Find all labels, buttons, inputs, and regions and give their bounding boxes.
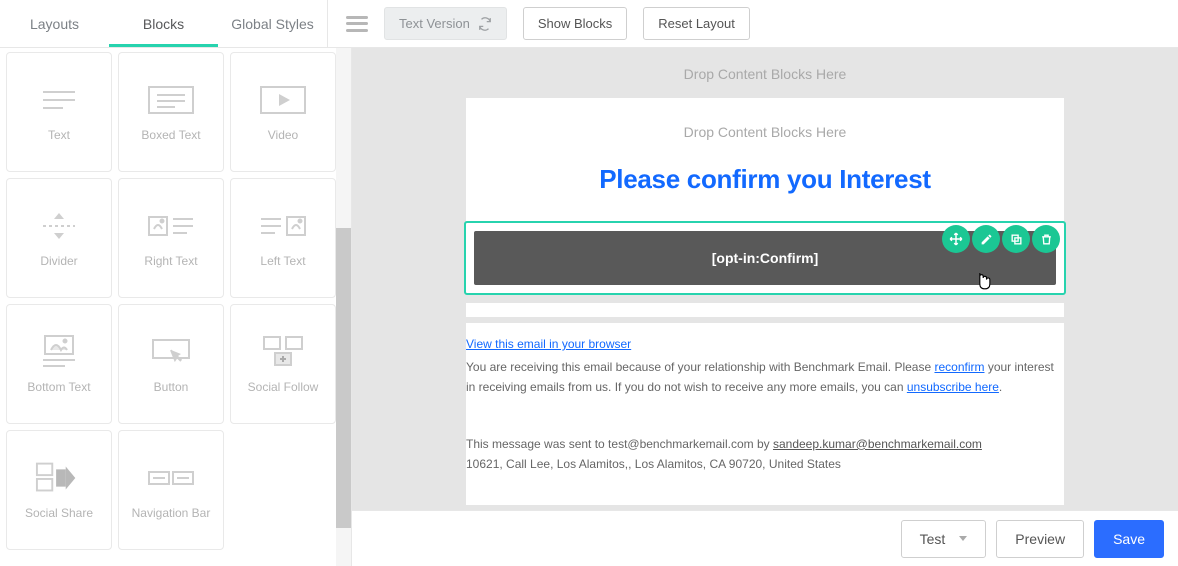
block-label: Text <box>48 128 70 142</box>
block-actions <box>942 225 1060 253</box>
topbar: Layouts Blocks Global Styles Text Versio… <box>0 0 1178 48</box>
block-label: Social Share <box>25 506 93 520</box>
trash-icon <box>1040 233 1053 246</box>
selected-button-block[interactable]: [opt-in:Confirm] <box>464 221 1066 295</box>
delete-button[interactable] <box>1032 225 1060 253</box>
footer-text: . <box>999 380 1002 394</box>
cursor-icon <box>974 271 994 295</box>
block-left-text[interactable]: Left Text <box>230 178 336 298</box>
block-label: Navigation Bar <box>132 506 211 520</box>
pencil-icon <box>980 233 993 246</box>
social-follow-icon <box>259 334 307 370</box>
block-social-share[interactable]: Social Share <box>6 430 112 550</box>
tabs: Layouts Blocks Global Styles <box>0 1 327 47</box>
block-boxed-text[interactable]: Boxed Text <box>118 52 224 172</box>
bottom-text-icon <box>35 334 83 370</box>
footer-line-1: You are receiving this email because of … <box>466 357 1064 398</box>
block-video[interactable]: Video <box>230 52 336 172</box>
block-grid: Text Boxed Text Video Divider <box>0 48 336 566</box>
email-card: Drop Content Blocks Here Please confirm … <box>466 98 1064 221</box>
block-divider[interactable]: Divider <box>6 178 112 298</box>
video-icon <box>259 82 307 118</box>
block-button[interactable]: Button <box>118 304 224 424</box>
block-label: Divider <box>40 254 77 268</box>
email-card-spacer <box>466 303 1064 317</box>
text-version-button[interactable]: Text Version <box>384 7 507 40</box>
footer-address: 10621, Call Lee, Los Alamitos,, Los Alam… <box>466 454 1064 474</box>
right-text-icon <box>147 208 195 244</box>
sender-link[interactable]: sandeep.kumar@benchmarkemail.com <box>773 437 982 451</box>
move-icon <box>949 232 963 246</box>
block-label: Right Text <box>144 254 197 268</box>
block-label: Boxed Text <box>141 128 200 142</box>
block-label: Social Follow <box>248 380 319 394</box>
navigation-bar-icon <box>147 460 195 496</box>
opt-in-button-label: [opt-in:Confirm] <box>712 250 819 266</box>
copy-button[interactable] <box>1002 225 1030 253</box>
left-text-icon <box>259 208 307 244</box>
footer-line-2: This message was sent to test@benchmarke… <box>466 434 1064 454</box>
bottombar: Test Preview Save <box>352 510 1178 566</box>
block-label: Video <box>268 128 298 142</box>
text-version-label: Text Version <box>399 16 470 31</box>
tab-layouts[interactable]: Layouts <box>0 1 109 47</box>
preview-button[interactable]: Preview <box>996 520 1084 558</box>
social-share-icon <box>35 460 83 496</box>
reconfirm-link[interactable]: reconfirm <box>934 360 984 374</box>
sidebar-scrollbar[interactable] <box>336 48 351 566</box>
show-blocks-button[interactable]: Show Blocks <box>523 7 627 40</box>
block-navigation-bar[interactable]: Navigation Bar <box>118 430 224 550</box>
chevron-down-icon <box>959 536 967 541</box>
reset-layout-button[interactable]: Reset Layout <box>643 7 750 40</box>
sidebar: Text Boxed Text Video Divider <box>0 48 352 566</box>
button-icon <box>147 334 195 370</box>
canvas: Drop Content Blocks Here Drop Content Bl… <box>352 48 1178 566</box>
edit-button[interactable] <box>972 225 1000 253</box>
text-icon <box>35 82 83 118</box>
email-headline[interactable]: Please confirm you Interest <box>466 146 1064 221</box>
view-in-browser-link[interactable]: View this email in your browser <box>466 337 631 351</box>
drop-hint-inner: Drop Content Blocks Here <box>466 98 1064 146</box>
block-social-follow[interactable]: Social Follow <box>230 304 336 424</box>
unsubscribe-link[interactable]: unsubscribe here <box>907 380 999 394</box>
block-label: Left Text <box>260 254 305 268</box>
refresh-icon <box>478 17 492 31</box>
footer-text: You are receiving this email because of … <box>466 360 934 374</box>
email-footer: View this email in your browser You are … <box>466 317 1064 505</box>
block-bottom-text[interactable]: Bottom Text <box>6 304 112 424</box>
main: Text Boxed Text Video Divider <box>0 48 1178 566</box>
tab-global-styles[interactable]: Global Styles <box>218 1 327 47</box>
opt-in-button[interactable]: [opt-in:Confirm] <box>474 231 1056 285</box>
tab-blocks[interactable]: Blocks <box>109 1 218 47</box>
block-right-text[interactable]: Right Text <box>118 178 224 298</box>
boxed-text-icon <box>147 82 195 118</box>
drop-hint-outer: Drop Content Blocks Here <box>352 48 1178 98</box>
toolbar: Text Version Show Blocks Reset Layout <box>328 7 750 40</box>
copy-icon <box>1010 233 1023 246</box>
test-label: Test <box>920 531 946 547</box>
block-label: Button <box>154 380 189 394</box>
block-label: Bottom Text <box>27 380 90 394</box>
menu-icon[interactable] <box>346 16 368 32</box>
divider-icon <box>35 208 83 244</box>
scrollbar-thumb[interactable] <box>336 228 351 528</box>
footer-text: This message was sent to test@benchmarke… <box>466 437 773 451</box>
block-text[interactable]: Text <box>6 52 112 172</box>
move-button[interactable] <box>942 225 970 253</box>
test-button[interactable]: Test <box>901 520 987 558</box>
save-button[interactable]: Save <box>1094 520 1164 558</box>
